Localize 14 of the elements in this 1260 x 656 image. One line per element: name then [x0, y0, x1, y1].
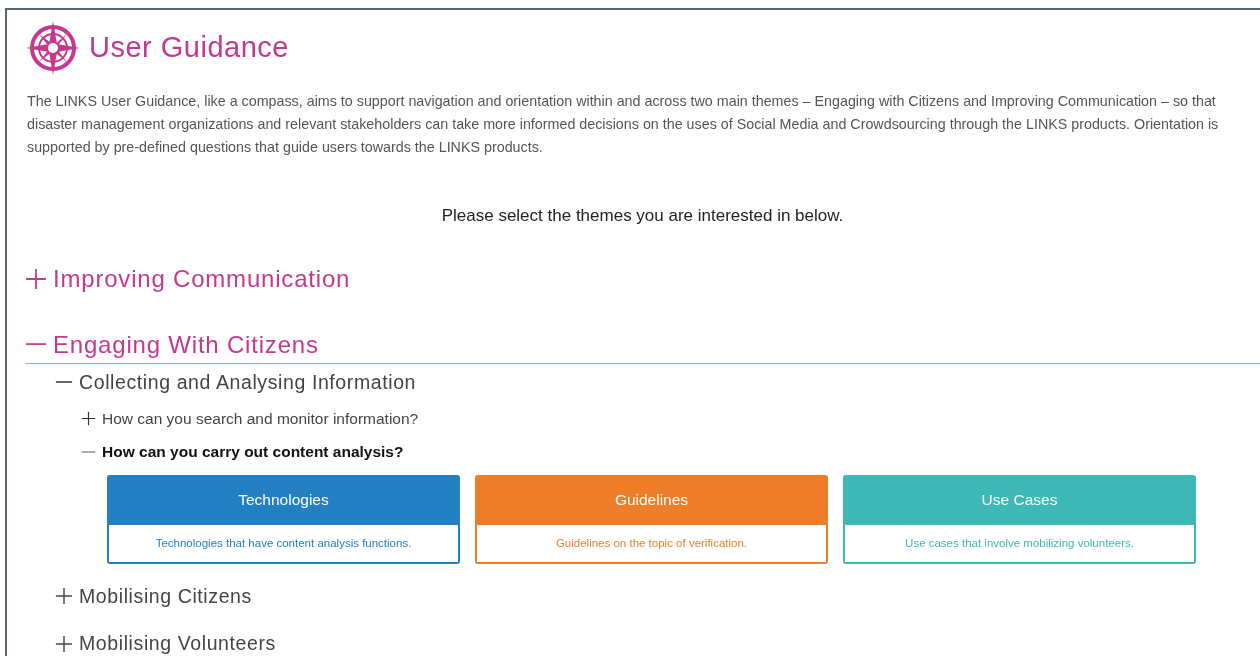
card-title: Technologies [109, 477, 458, 525]
resource-card[interactable]: Technologies Technologies that have content analysis functions. [107, 475, 460, 564]
question-toggle[interactable]: How can you search and monitor information? [81, 406, 419, 430]
question-toggle[interactable]: How can you carry out content analysis? [81, 440, 404, 464]
section-toggle[interactable]: Mobilising Citizens [55, 581, 252, 611]
theme-toggle[interactable]: Improving Communication [25, 260, 351, 297]
card-title: Use Cases [845, 477, 1194, 525]
section-toggle[interactable]: Mobilising Volunteers [55, 629, 276, 656]
card-title: Guidelines [477, 477, 826, 525]
page-title: User Guidance [89, 30, 289, 66]
intro-paragraph: The LINKS User Guidance, like a compass, aims to support navigation and orientation within and across two main themes – Engaging with Citizens and Improving Communication – so that disaster management organizations and relevant stakeholders can take more informed decisions on the uses of Social Media and Crowdsourcing through the LINKS products. Orientation is supported by pre-defined questions that guide users towards the LINKS products. [27, 92, 1220, 157]
instruction-text: Please select the themes you are interested in below. [440, 205, 845, 227]
section-toggle[interactable]: Collecting and Analysing Information [55, 367, 417, 397]
theme-toggle[interactable]: Engaging With Citizens [25, 326, 319, 363]
